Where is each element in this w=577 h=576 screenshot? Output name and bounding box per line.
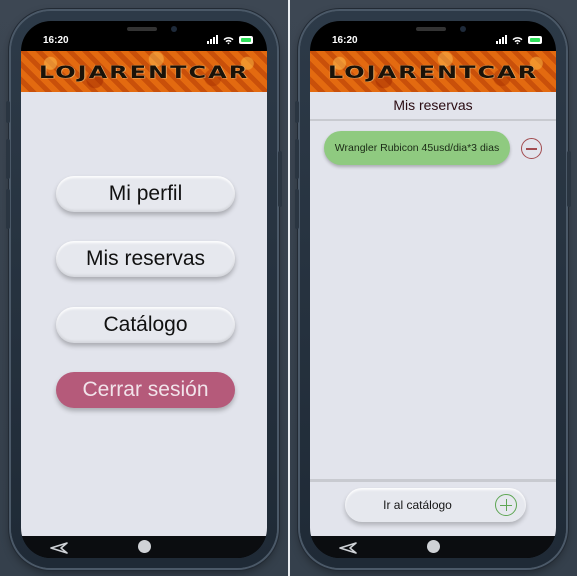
side-button bbox=[567, 151, 571, 207]
signal-icon bbox=[207, 35, 219, 45]
camera bbox=[460, 26, 466, 32]
go-to-catalog-button[interactable]: Ir al catálogo bbox=[345, 488, 526, 522]
notch bbox=[372, 21, 494, 45]
side-button bbox=[295, 139, 299, 179]
logo: LOJARENTCAR bbox=[327, 61, 539, 83]
wifi-icon bbox=[223, 36, 234, 46]
speaker bbox=[127, 27, 157, 31]
left-panel: 16:20 LOJARENTCAR Mi perfil Mis reservas… bbox=[0, 0, 288, 576]
signal-icon bbox=[496, 35, 508, 45]
battery-icon bbox=[528, 36, 542, 44]
navigation-bar bbox=[310, 536, 556, 558]
logo: LOJARENTCAR bbox=[38, 61, 250, 83]
phone-frame: 16:20 LOJARENTCAR Mi perfil Mis reservas… bbox=[6, 11, 282, 568]
logo-banner: LOJARENTCAR bbox=[310, 51, 556, 92]
page-title: Mis reservas bbox=[310, 92, 556, 121]
battery-icon bbox=[239, 36, 253, 44]
minus-icon bbox=[526, 148, 537, 150]
side-button bbox=[295, 101, 299, 123]
remove-reservation-button[interactable] bbox=[521, 138, 542, 159]
phone-screen: 16:20 LOJARENTCAR Mis reservas Wrangler … bbox=[310, 21, 556, 558]
speaker bbox=[416, 27, 446, 31]
logo-banner: LOJARENTCAR bbox=[21, 51, 267, 92]
app-body: Mi perfil Mis reservas Catálogo Cerrar s… bbox=[21, 92, 267, 536]
phone-screen: 16:20 LOJARENTCAR Mi perfil Mis reservas… bbox=[21, 21, 267, 558]
right-panel: 16:20 LOJARENTCAR Mis reservas Wrangler … bbox=[290, 0, 577, 576]
camera bbox=[171, 26, 177, 32]
phone-frame: 16:20 LOJARENTCAR Mis reservas Wrangler … bbox=[295, 11, 571, 568]
logout-button[interactable]: Cerrar sesión bbox=[56, 372, 235, 408]
side-button bbox=[6, 139, 10, 179]
navigation-bar bbox=[21, 536, 267, 558]
back-icon[interactable] bbox=[338, 541, 358, 554]
home-icon[interactable] bbox=[138, 540, 151, 553]
wifi-icon bbox=[512, 36, 523, 46]
footer-divider bbox=[310, 479, 556, 482]
status-time: 16:20 bbox=[43, 35, 69, 46]
my-profile-button[interactable]: Mi perfil bbox=[56, 176, 235, 212]
back-icon[interactable] bbox=[49, 541, 69, 554]
side-button bbox=[295, 189, 299, 229]
status-time: 16:20 bbox=[332, 35, 358, 46]
my-reservations-button[interactable]: Mis reservas bbox=[56, 241, 235, 277]
home-icon[interactable] bbox=[427, 540, 440, 553]
go-to-catalog-label: Ir al catálogo bbox=[383, 498, 452, 512]
plus-icon[interactable] bbox=[495, 494, 517, 516]
reservation-item[interactable]: Wrangler Rubicon 45usd/dia*3 dias bbox=[324, 131, 510, 165]
side-button bbox=[6, 101, 10, 123]
side-button bbox=[6, 189, 10, 229]
catalog-button[interactable]: Catálogo bbox=[56, 307, 235, 343]
side-button bbox=[278, 151, 282, 207]
notch bbox=[83, 21, 205, 45]
app-body: Mis reservas Wrangler Rubicon 45usd/dia*… bbox=[310, 92, 556, 536]
